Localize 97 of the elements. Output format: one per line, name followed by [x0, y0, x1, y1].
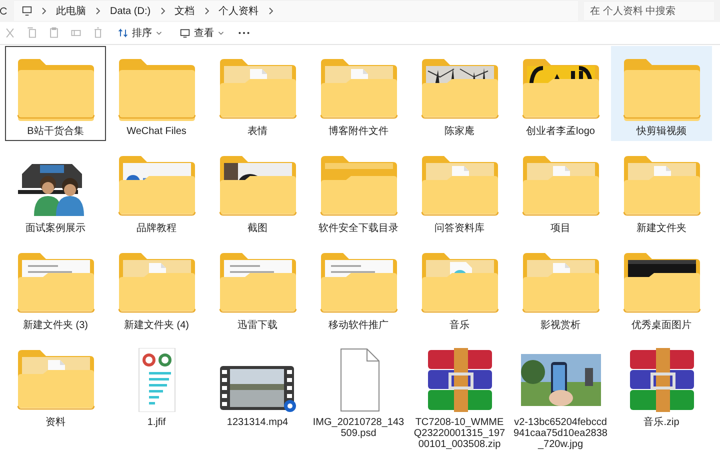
file-name: 新建文件夹 [636, 223, 688, 234]
file-item[interactable]: 面试案例展示 [5, 143, 106, 238]
file-name: 陈家庵 [444, 126, 476, 137]
breadcrumb-item[interactable]: 文档 [174, 4, 195, 18]
file-item[interactable]: 优秀桌面图片 [611, 240, 712, 335]
file-name: WeChat Files [126, 126, 188, 137]
search-field[interactable]: 在 个人资料 中搜索 [584, 2, 714, 20]
file-name: 面试案例展示 [24, 223, 86, 234]
file-item[interactable]: WeChat Files [106, 46, 207, 141]
file-item[interactable]: IMG_20210728_143509.psd [308, 337, 409, 443]
file-item[interactable]: 品牌教程 [106, 143, 207, 238]
folder-icon [16, 251, 96, 315]
file-name: IMG_20210728_143509.psd [312, 417, 406, 439]
file-item[interactable]: 创业者李孟logo [510, 46, 611, 141]
file-name: 快剪辑视频 [635, 126, 688, 137]
file-item[interactable]: 音乐 [409, 240, 510, 335]
folder-icon [318, 57, 398, 121]
folder-icon [420, 251, 500, 315]
folder-icon [116, 251, 196, 315]
file-item[interactable]: 新建文件夹 (3) [5, 240, 106, 335]
file-name: 新建文件夹 (3) [22, 320, 89, 331]
file-item[interactable]: 表情 [207, 46, 308, 141]
breadcrumb-item[interactable]: 此电脑 [56, 4, 86, 18]
folder-icon [318, 154, 398, 218]
folder-icon [420, 57, 500, 121]
file-name: 截图 [246, 223, 268, 234]
file-name: TC7208-10_WMMEQ23220001315_19700101_003508.zip [412, 417, 506, 450]
file-item[interactable]: 影视赏析 [510, 240, 611, 335]
sort-icon [118, 28, 128, 38]
folder-icon [218, 251, 298, 315]
folder-icon [520, 57, 600, 121]
file-name: 问答资料库 [434, 223, 486, 234]
file-name: 品牌教程 [136, 223, 178, 234]
folder-icon [420, 154, 500, 218]
view-icon [180, 28, 190, 38]
view-menu-button[interactable]: 查看 [176, 24, 228, 42]
file-item[interactable]: 新建文件夹 (4) [106, 240, 207, 335]
file-item[interactable]: 1.jfif [106, 337, 207, 432]
breadcrumb-item[interactable]: Data (D:) [110, 6, 151, 16]
address-bar[interactable]: 此电脑 Data (D:) 文档 个人资料 [14, 1, 578, 21]
folder-icon [16, 348, 96, 412]
breadcrumb-item[interactable]: 个人资料 [218, 4, 259, 18]
file-name: v2-13bc65204febccd941caa75d10ea2838_720w.jpg [512, 417, 608, 450]
file-name: 优秀桌面图片 [630, 320, 692, 331]
file-name: 软件安全下载目录 [318, 223, 400, 234]
file-name: 音乐.zip [642, 417, 680, 428]
folder-icon [16, 57, 96, 121]
file-name: 迅雷下载 [236, 320, 278, 331]
file-item[interactable]: 1231314.mp4 [207, 337, 308, 432]
chevron-icon [95, 7, 101, 15]
refresh-icon[interactable] [0, 7, 8, 15]
chevron-icon [268, 7, 274, 15]
file-name: 1.jfif [146, 417, 167, 428]
file-name: 表情 [246, 126, 268, 137]
folder-icon [116, 154, 196, 218]
folder-icon [116, 57, 196, 121]
file-item[interactable]: 博客附件文件 [308, 46, 409, 141]
file-name: B站干货合集 [26, 126, 85, 137]
file-item[interactable]: 音乐.zip [611, 337, 712, 432]
folder-icon [520, 251, 600, 315]
file-item[interactable]: 快剪辑视频 [611, 46, 712, 141]
file-item[interactable]: 问答资料库 [409, 143, 510, 238]
file-item[interactable]: 资料 [5, 337, 106, 432]
file-item[interactable]: 软件安全下载目录 [308, 143, 409, 238]
folder-icon [218, 57, 298, 121]
file-item[interactable]: 截图 [207, 143, 308, 238]
chevron-icon [204, 7, 210, 15]
file-item[interactable]: TC7208-10_WMMEQ23220001315_19700101_003508.zip [409, 337, 510, 454]
file-item[interactable]: 陈家庵 [409, 46, 510, 141]
folder-icon [218, 154, 298, 218]
folder-icon [318, 251, 398, 315]
sort-menu-button[interactable]: 排序 [114, 24, 166, 42]
caret-icon [218, 30, 224, 36]
file-name: 新建文件夹 (4) [123, 320, 190, 331]
file-item[interactable]: 新建文件夹 [611, 143, 712, 238]
file-name: 资料 [44, 417, 66, 428]
file-name: 移动软件推广 [328, 320, 390, 331]
folder-icon [622, 251, 702, 315]
caret-icon [156, 30, 162, 36]
folder-icon [622, 57, 702, 121]
file-name: 项目 [550, 223, 572, 234]
file-name: 博客附件文件 [328, 126, 390, 137]
file-name: 1231314.mp4 [226, 417, 290, 428]
computer-icon [22, 6, 32, 16]
folder-icon [520, 154, 600, 218]
chevron-icon [41, 7, 47, 15]
folder-icon [622, 154, 702, 218]
chevron-icon [160, 7, 166, 15]
file-name: 创业者李孟logo [525, 126, 596, 137]
file-item[interactable]: v2-13bc65204febccd941caa75d10ea2838_720w.jpg [510, 337, 611, 454]
more-icon[interactable] [238, 31, 250, 35]
file-name: 音乐 [448, 320, 470, 331]
file-item[interactable]: 迅雷下载 [207, 240, 308, 335]
file-name: 影视赏析 [540, 320, 582, 331]
file-item[interactable]: 项目 [510, 143, 611, 238]
file-item[interactable]: 移动软件推广 [308, 240, 409, 335]
file-item[interactable]: B站干货合集 [5, 46, 106, 141]
